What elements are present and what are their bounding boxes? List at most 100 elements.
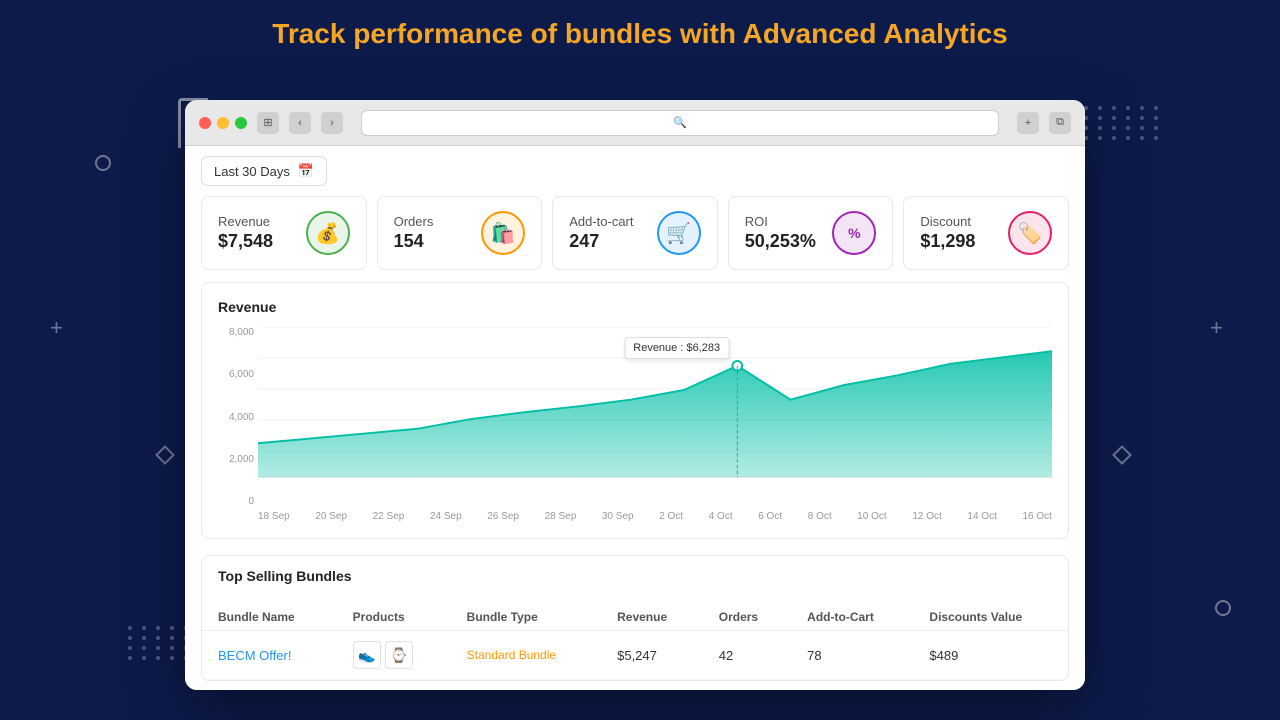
kpi-text-discount: Discount $1,298 bbox=[920, 214, 975, 252]
window-grid-button[interactable]: ⊞ bbox=[257, 112, 279, 134]
dot bbox=[198, 646, 202, 650]
product-icons: 👟⌚ bbox=[353, 641, 435, 669]
dot bbox=[198, 636, 202, 640]
dot-grid-left bbox=[128, 626, 206, 660]
minimize-button[interactable] bbox=[217, 117, 229, 129]
forward-button[interactable]: › bbox=[321, 112, 343, 134]
x-axis-label: 24 Sep bbox=[430, 511, 462, 522]
kpi-value-revenue: $7,548 bbox=[218, 231, 273, 252]
dot bbox=[184, 646, 188, 650]
chart-title: Revenue bbox=[218, 299, 1052, 315]
dot bbox=[184, 626, 188, 630]
dot bbox=[128, 656, 132, 660]
dot bbox=[1084, 136, 1088, 140]
dot bbox=[1112, 106, 1116, 110]
traffic-lights bbox=[199, 117, 247, 129]
dot bbox=[1140, 116, 1144, 120]
dot bbox=[1112, 136, 1116, 140]
bundle-orders: 42 bbox=[703, 631, 791, 680]
dot bbox=[156, 636, 160, 640]
maximize-button[interactable] bbox=[235, 117, 247, 129]
dot bbox=[142, 636, 146, 640]
x-axis-label: 6 Oct bbox=[758, 511, 782, 522]
kpi-icon-revenue: 💰 bbox=[306, 211, 350, 255]
kpi-card-discount: Discount $1,298 🏷️ bbox=[903, 196, 1069, 270]
kpi-text-add-to-cart: Add-to-cart 247 bbox=[569, 214, 633, 252]
dot bbox=[1126, 136, 1130, 140]
dot bbox=[1112, 116, 1116, 120]
dot bbox=[128, 636, 132, 640]
x-axis-label: 26 Sep bbox=[487, 511, 519, 522]
x-axis-label: 18 Sep bbox=[258, 511, 290, 522]
back-button[interactable]: ‹ bbox=[289, 112, 311, 134]
dot bbox=[184, 636, 188, 640]
browser-window: ⊞ ‹ › 🔍 + ⧉ Last 30 Days 📅 Revenue $7,54… bbox=[185, 100, 1085, 690]
kpi-card-revenue: Revenue $7,548 💰 bbox=[201, 196, 367, 270]
diamond-decoration bbox=[155, 445, 175, 465]
dot bbox=[1140, 126, 1144, 130]
browser-content: Last 30 Days 📅 Revenue $7,548 💰 Orders 1… bbox=[185, 146, 1085, 690]
dot bbox=[1098, 106, 1102, 110]
close-button[interactable] bbox=[199, 117, 211, 129]
x-axis-label: 10 Oct bbox=[857, 511, 886, 522]
dot bbox=[1154, 136, 1158, 140]
bundles-col-header: Bundle Name bbox=[202, 604, 337, 631]
kpi-icon-add-to-cart: 🛒 bbox=[657, 211, 701, 255]
top-bundles-section: Top Selling Bundles Bundle NameProductsB… bbox=[201, 555, 1069, 681]
x-axis-label: 30 Sep bbox=[602, 511, 634, 522]
kpi-label-revenue: Revenue bbox=[218, 214, 273, 229]
kpi-icon-roi: % bbox=[832, 211, 876, 255]
date-filter-dropdown[interactable]: Last 30 Days 📅 bbox=[201, 156, 327, 186]
dot bbox=[1154, 126, 1158, 130]
kpi-label-orders: Orders bbox=[394, 214, 434, 229]
date-filter-bar: Last 30 Days 📅 bbox=[185, 146, 1085, 196]
dot bbox=[156, 626, 160, 630]
dot bbox=[1098, 116, 1102, 120]
x-axis-label: 8 Oct bbox=[808, 511, 832, 522]
top-bundles-tbody: BECM Offer!👟⌚Standard Bundle$5,2474278$4… bbox=[202, 631, 1068, 680]
bundle-name-link[interactable]: BECM Offer! bbox=[218, 648, 291, 663]
chart-container: 8,000 6,000 4,000 2,000 0 bbox=[218, 327, 1052, 507]
dot bbox=[1126, 106, 1130, 110]
dot bbox=[156, 646, 160, 650]
kpi-label-discount: Discount bbox=[920, 214, 975, 229]
top-bundles-table: Bundle NameProductsBundle TypeRevenueOrd… bbox=[202, 604, 1068, 680]
new-tab-button[interactable]: + bbox=[1017, 112, 1039, 134]
revenue-chart-svg bbox=[258, 327, 1052, 482]
dot bbox=[1140, 106, 1144, 110]
kpi-card-roi: ROI 50,253% % bbox=[728, 196, 894, 270]
top-bundles-thead: Bundle NameProductsBundle TypeRevenueOrd… bbox=[202, 604, 1068, 631]
dot bbox=[128, 626, 132, 630]
kpi-value-roi: 50,253% bbox=[745, 231, 816, 252]
x-axis-label: 14 Oct bbox=[967, 511, 996, 522]
x-axis-label: 4 Oct bbox=[709, 511, 733, 522]
plus-decoration: + bbox=[1210, 315, 1223, 341]
kpi-value-discount: $1,298 bbox=[920, 231, 975, 252]
bundle-revenue: $5,247 bbox=[601, 631, 703, 680]
kpi-card-orders: Orders 154 🛍️ bbox=[377, 196, 543, 270]
dot bbox=[1084, 126, 1088, 130]
kpi-text-roi: ROI 50,253% bbox=[745, 214, 816, 252]
bundles-col-header: Add-to-Cart bbox=[791, 604, 913, 631]
dot bbox=[184, 656, 188, 660]
dot bbox=[128, 646, 132, 650]
calendar-icon: 📅 bbox=[298, 163, 314, 179]
dot bbox=[1084, 106, 1088, 110]
dot bbox=[142, 626, 146, 630]
kpi-icon-discount: 🏷️ bbox=[1008, 211, 1052, 255]
page-title: Track performance of bundles with Advanc… bbox=[0, 0, 1280, 60]
x-axis-label: 2 Oct bbox=[659, 511, 683, 522]
kpi-icon-orders: 🛍️ bbox=[481, 211, 525, 255]
top-bundles-title: Top Selling Bundles bbox=[218, 568, 1052, 584]
dot bbox=[170, 656, 174, 660]
kpi-text-revenue: Revenue $7,548 bbox=[218, 214, 273, 252]
dot bbox=[1154, 106, 1158, 110]
fullscreen-button[interactable]: ⧉ bbox=[1049, 112, 1071, 134]
product-icon: 👟 bbox=[353, 641, 381, 669]
address-bar[interactable]: 🔍 bbox=[361, 110, 999, 136]
top-bundles-header: Top Selling Bundles bbox=[202, 556, 1068, 604]
dot bbox=[170, 626, 174, 630]
dot bbox=[1126, 116, 1130, 120]
bundles-col-header: Bundle Type bbox=[451, 604, 601, 631]
dot bbox=[1126, 126, 1130, 130]
